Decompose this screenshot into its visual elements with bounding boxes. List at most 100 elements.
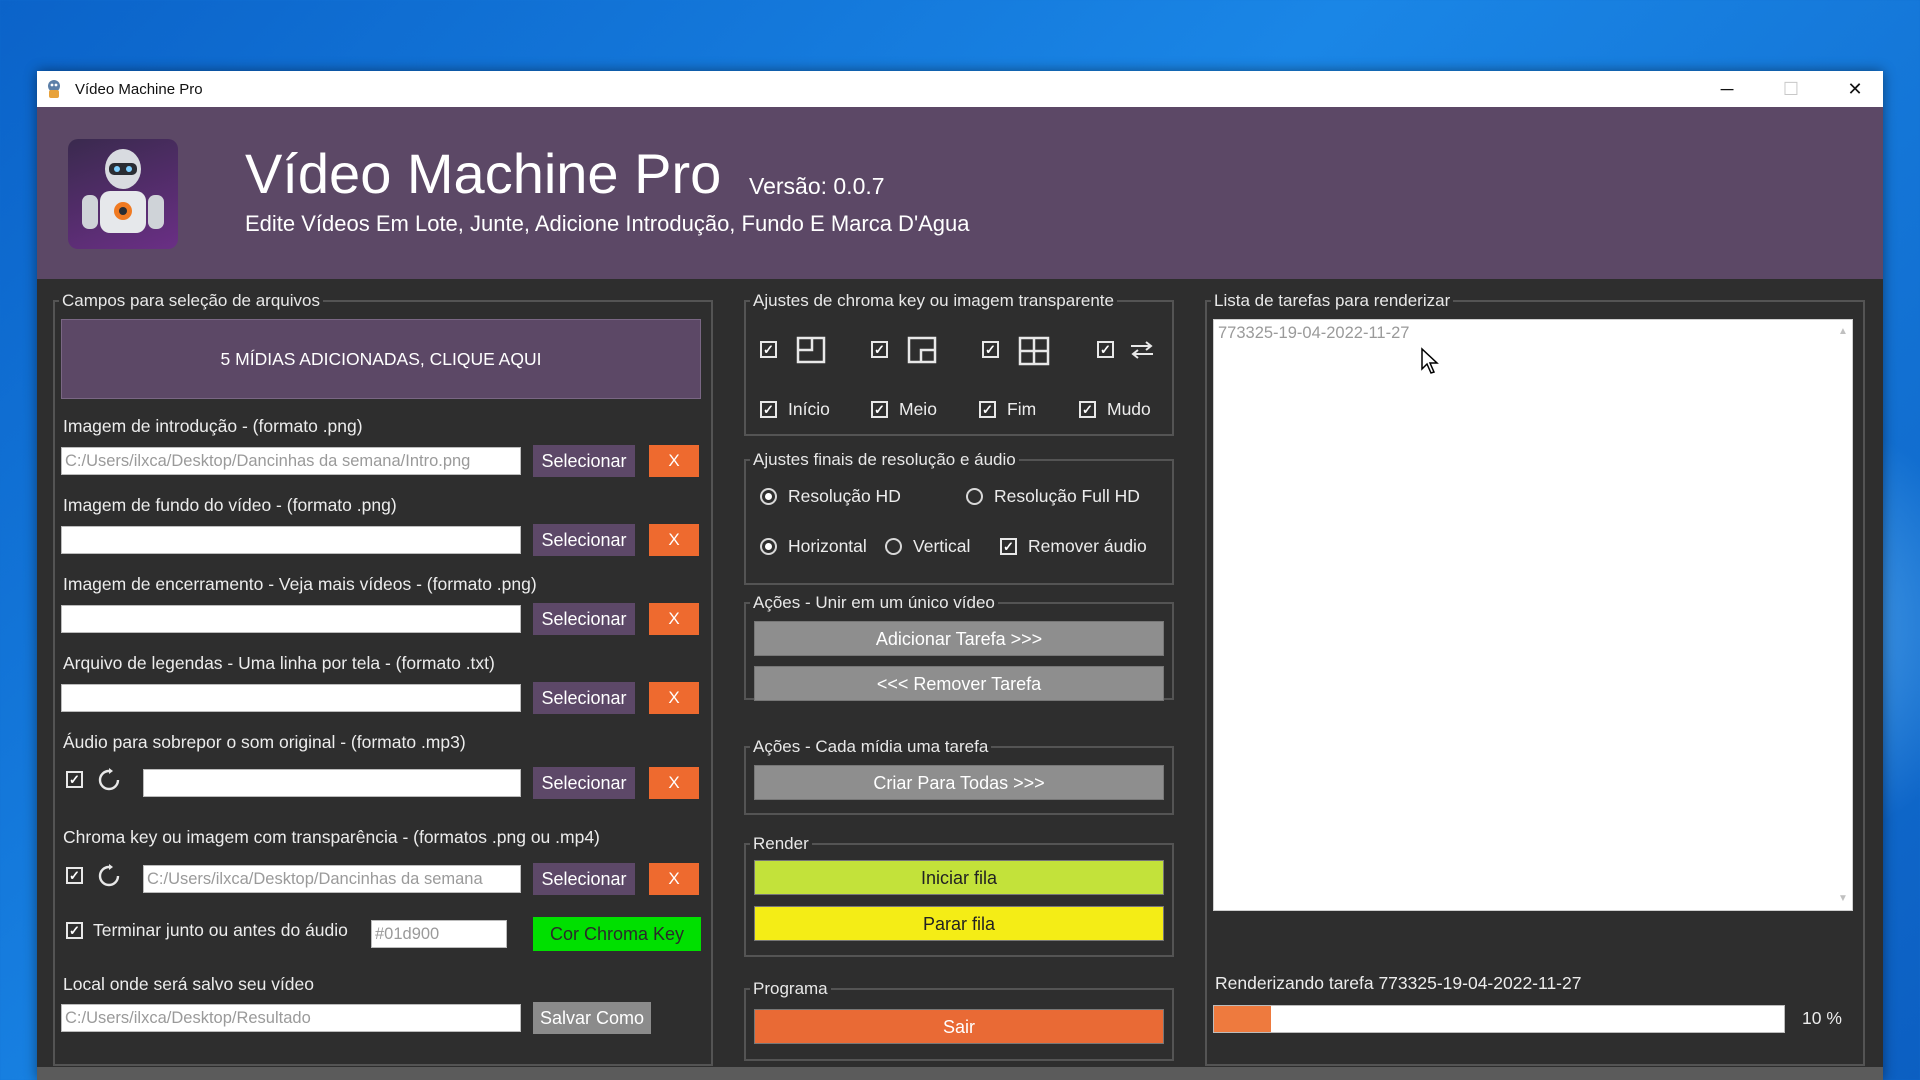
remove-audio-label: Remover áudio <box>1028 536 1147 556</box>
grid-four-icon[interactable] <box>1018 336 1050 366</box>
remove-task-button[interactable]: <<< Remover Tarefa <box>754 666 1164 701</box>
version-label: Versão: 0.0.7 <box>749 173 885 199</box>
audio-select-button[interactable]: Selecionar <box>533 767 635 799</box>
background-clear-button[interactable]: X <box>649 524 699 556</box>
render-group: Render Iniciar fila Parar fila <box>744 834 1174 957</box>
end-checkbox[interactable]: ✓ <box>979 401 996 418</box>
close-button[interactable]: ✕ <box>1823 71 1883 107</box>
minimize-button[interactable]: ─ <box>1695 71 1759 107</box>
app-icon <box>48 80 60 98</box>
start-checkbox[interactable]: ✓ <box>760 401 777 418</box>
swap-checkbox[interactable]: ✓ <box>1097 341 1114 358</box>
chroma-enable-checkbox[interactable]: ✓ <box>66 867 83 884</box>
ending-select-button[interactable]: Selecionar <box>533 603 635 635</box>
file-selection-group: Campos para seleção de arquivos 5 MÍDIAS… <box>53 291 713 1066</box>
exit-button[interactable]: Sair <box>754 1009 1164 1044</box>
chroma-file-field[interactable]: C:/Users/ilxca/Desktop/Dancinhas da sema… <box>143 865 521 893</box>
chroma-adjust-group: Ajustes de chroma key ou imagem transpar… <box>744 291 1174 436</box>
join-actions-group-label: Ações - Unir em um único vídeo <box>750 593 998 613</box>
position-top-left-checkbox[interactable]: ✓ <box>760 341 777 358</box>
program-group: Programa Sair <box>744 979 1174 1061</box>
chroma-adjust-group-label: Ajustes de chroma key ou imagem transpar… <box>750 291 1117 311</box>
finish-with-audio-label: Terminar junto ou antes do áudio <box>93 920 348 940</box>
render-progress-percent: 10 % <box>1802 1008 1842 1028</box>
app-window: Vídeo Machine Pro ─ ☐ ✕ Vídeo Machine Pr… <box>37 71 1883 1080</box>
intro-clear-button[interactable]: X <box>649 445 699 477</box>
task-list-scrollbar[interactable]: ▲ ▼ <box>1834 320 1852 910</box>
audio-file-label: Áudio para sobrepor o som original - (fo… <box>63 732 466 752</box>
orientation-horizontal-radio[interactable] <box>760 538 777 555</box>
title-bar: Vídeo Machine Pro ─ ☐ ✕ <box>37 71 1883 107</box>
robot-logo-icon <box>68 139 178 249</box>
background-image-label: Imagem de fundo do vídeo - (formato .png… <box>63 495 397 515</box>
position-bottom-right-icon[interactable] <box>907 336 937 364</box>
save-as-button[interactable]: Salvar Como <box>533 1002 651 1034</box>
start-queue-button[interactable]: Iniciar fila <box>754 860 1164 895</box>
each-media-actions-group-label: Ações - Cada mídia uma tarefa <box>750 737 992 757</box>
create-for-all-button[interactable]: Criar Para Todas >>> <box>754 765 1164 800</box>
subtitles-clear-button[interactable]: X <box>649 682 699 714</box>
chroma-color-field[interactable]: #01d900 <box>371 920 507 948</box>
stop-queue-button[interactable]: Parar fila <box>754 906 1164 941</box>
subtitles-select-button[interactable]: Selecionar <box>533 682 635 714</box>
subtitles-file-field[interactable] <box>61 684 521 712</box>
intro-image-field[interactable]: C:/Users/ilxca/Desktop/Dancinhas da sema… <box>61 447 521 475</box>
grid-four-checkbox[interactable]: ✓ <box>982 341 999 358</box>
add-task-button[interactable]: Adicionar Tarefa >>> <box>754 621 1164 656</box>
middle-checkbox[interactable]: ✓ <box>871 401 888 418</box>
task-list-group-label: Lista de tarefas para renderizar <box>1211 291 1454 311</box>
mute-option-label: Mudo <box>1107 399 1151 419</box>
audio-file-field[interactable] <box>143 769 521 797</box>
audio-enable-checkbox[interactable]: ✓ <box>66 771 83 788</box>
minimize-icon: ─ <box>1720 78 1734 99</box>
chroma-loop-icon[interactable] <box>97 864 121 888</box>
swap-arrows-icon[interactable] <box>1129 340 1155 360</box>
intro-image-label: Imagem de introdução - (formato .png) <box>63 416 363 436</box>
save-location-field[interactable]: C:/Users/ilxca/Desktop/Resultado <box>61 1004 521 1032</box>
app-header: Vídeo Machine Pro Versão: 0.0.7 Edite Ví… <box>37 107 1883 279</box>
resolution-hd-radio[interactable] <box>760 488 777 505</box>
maximize-button[interactable]: ☐ <box>1759 71 1823 107</box>
finish-with-audio-checkbox[interactable]: ✓ <box>66 922 83 939</box>
maximize-icon: ☐ <box>1782 78 1800 99</box>
chroma-clear-button[interactable]: X <box>649 863 699 895</box>
task-list-item[interactable]: 773325-19-04-2022-11-27 <box>1218 324 1409 343</box>
render-progress-bar <box>1213 1005 1785 1033</box>
scroll-down-icon[interactable]: ▼ <box>1838 893 1848 904</box>
audio-clear-button[interactable]: X <box>649 767 699 799</box>
position-top-left-icon[interactable] <box>796 336 826 364</box>
background-select-button[interactable]: Selecionar <box>533 524 635 556</box>
background-image-field[interactable] <box>61 526 521 554</box>
remove-audio-checkbox[interactable]: ✓ <box>1000 538 1017 555</box>
resolution-fullhd-label: Resolução Full HD <box>994 486 1140 506</box>
orientation-horizontal-label: Horizontal <box>788 536 867 556</box>
subtitles-file-label: Arquivo de legendas - Uma linha por tela… <box>63 653 495 673</box>
chroma-file-label: Chroma key ou imagem com transparência -… <box>63 827 600 847</box>
file-selection-group-label: Campos para seleção de arquivos <box>59 291 323 311</box>
media-added-button[interactable]: 5 MÍDIAS ADICIONADAS, CLIQUE AQUI <box>61 319 701 399</box>
start-option-label: Início <box>788 399 830 419</box>
task-list-group: Lista de tarefas para renderizar 773325-… <box>1205 291 1865 1066</box>
position-bottom-right-checkbox[interactable]: ✓ <box>871 341 888 358</box>
audio-loop-icon[interactable] <box>97 768 121 792</box>
scroll-up-icon[interactable]: ▲ <box>1838 326 1848 337</box>
program-group-label: Programa <box>750 979 831 999</box>
render-status-label: Renderizando tarefa 773325-19-04-2022-11… <box>1215 973 1582 993</box>
window-title: Vídeo Machine Pro <box>75 80 203 98</box>
ending-clear-button[interactable]: X <box>649 603 699 635</box>
orientation-vertical-radio[interactable] <box>885 538 902 555</box>
render-group-label: Render <box>750 834 812 854</box>
task-list[interactable]: 773325-19-04-2022-11-27 ▲ ▼ <box>1213 319 1853 911</box>
resolution-fullhd-radio[interactable] <box>966 488 983 505</box>
mute-checkbox[interactable]: ✓ <box>1079 401 1096 418</box>
window-bottom-strip <box>37 1067 1883 1080</box>
save-location-label: Local onde será salvo seu vídeo <box>63 974 314 994</box>
intro-select-button[interactable]: Selecionar <box>533 445 635 477</box>
final-adjust-group: Ajustes finais de resolução e áudio Reso… <box>744 450 1174 585</box>
ending-image-field[interactable] <box>61 605 521 633</box>
middle-option-label: Meio <box>899 399 937 419</box>
chroma-color-button[interactable]: Cor Chroma Key <box>533 917 701 951</box>
close-icon: ✕ <box>1847 78 1863 99</box>
chroma-select-button[interactable]: Selecionar <box>533 863 635 895</box>
orientation-vertical-label: Vertical <box>913 536 971 556</box>
